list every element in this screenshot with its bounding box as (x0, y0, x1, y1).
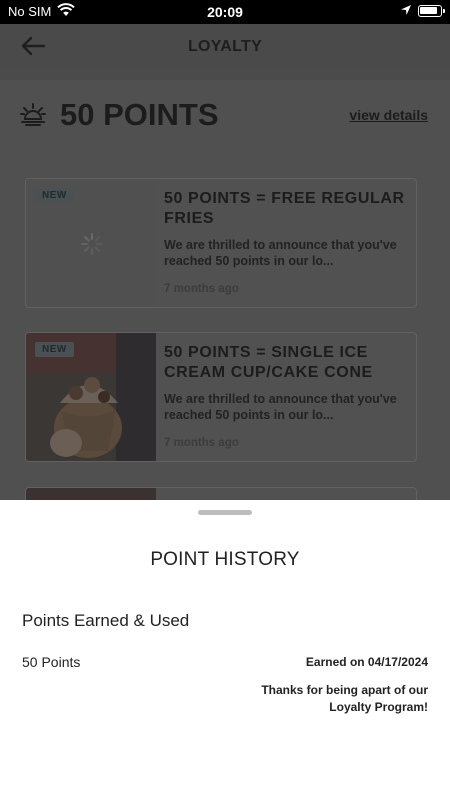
status-bar: No SIM 20:09 (0, 0, 450, 24)
battery-tip (443, 9, 445, 13)
reward-description: We are thrilled to announce that you've … (164, 392, 397, 422)
reward-description: We are thrilled to announce that you've … (164, 238, 397, 268)
entry-points: 50 Points (22, 654, 81, 670)
reward-card[interactable]: NEW 50 POINTS = SINGLE ICE CREAM CUP/CAK… (25, 332, 417, 462)
sheet-drag-handle[interactable] (198, 510, 252, 515)
loading-spinner-icon (81, 233, 103, 255)
reward-image (26, 488, 156, 500)
sheet-title: POINT HISTORY (150, 549, 300, 570)
entry-note: Thanks for being apart of our Loyalty Pr… (261, 683, 428, 714)
top-app-bar: LOYALTY (0, 24, 450, 70)
reward-title: 50 POINTS = SINGLE ICE CREAM CUP/CAKE CO… (164, 344, 373, 381)
location-arrow-icon (401, 5, 411, 15)
reward-title: 50 POINTS = FREE REGULAR FRIES (164, 190, 405, 227)
points-total: 50 POINTS (60, 97, 219, 132)
header-divider (0, 70, 450, 80)
sunrise-icon (20, 103, 46, 126)
entry-date: Earned on 04/17/2024 (305, 655, 428, 669)
points-summary: 50 POINTS view details (0, 94, 450, 134)
view-details-link[interactable]: view details (349, 107, 428, 123)
battery-icon (418, 5, 442, 17)
new-badge: NEW (35, 342, 74, 357)
point-history-sheet: POINT HISTORY Points Earned & Used 50 Po… (0, 500, 450, 800)
page-title: LOYALTY (187, 38, 263, 55)
new-badge: NEW (35, 188, 74, 203)
reward-card[interactable] (25, 487, 417, 500)
reward-card[interactable]: NEW 50 POINTS = FREE REGULAR FRIES We ar… (25, 178, 417, 308)
reward-timestamp: 7 months ago (164, 437, 239, 449)
loyalty-page-backdrop[interactable]: LOYALTY 50 POINTS view details NEW 50 PO… (0, 24, 450, 500)
section-title: Points Earned & Used (22, 611, 190, 630)
reward-timestamp: 7 months ago (164, 283, 239, 295)
status-time: 20:09 (207, 4, 243, 20)
